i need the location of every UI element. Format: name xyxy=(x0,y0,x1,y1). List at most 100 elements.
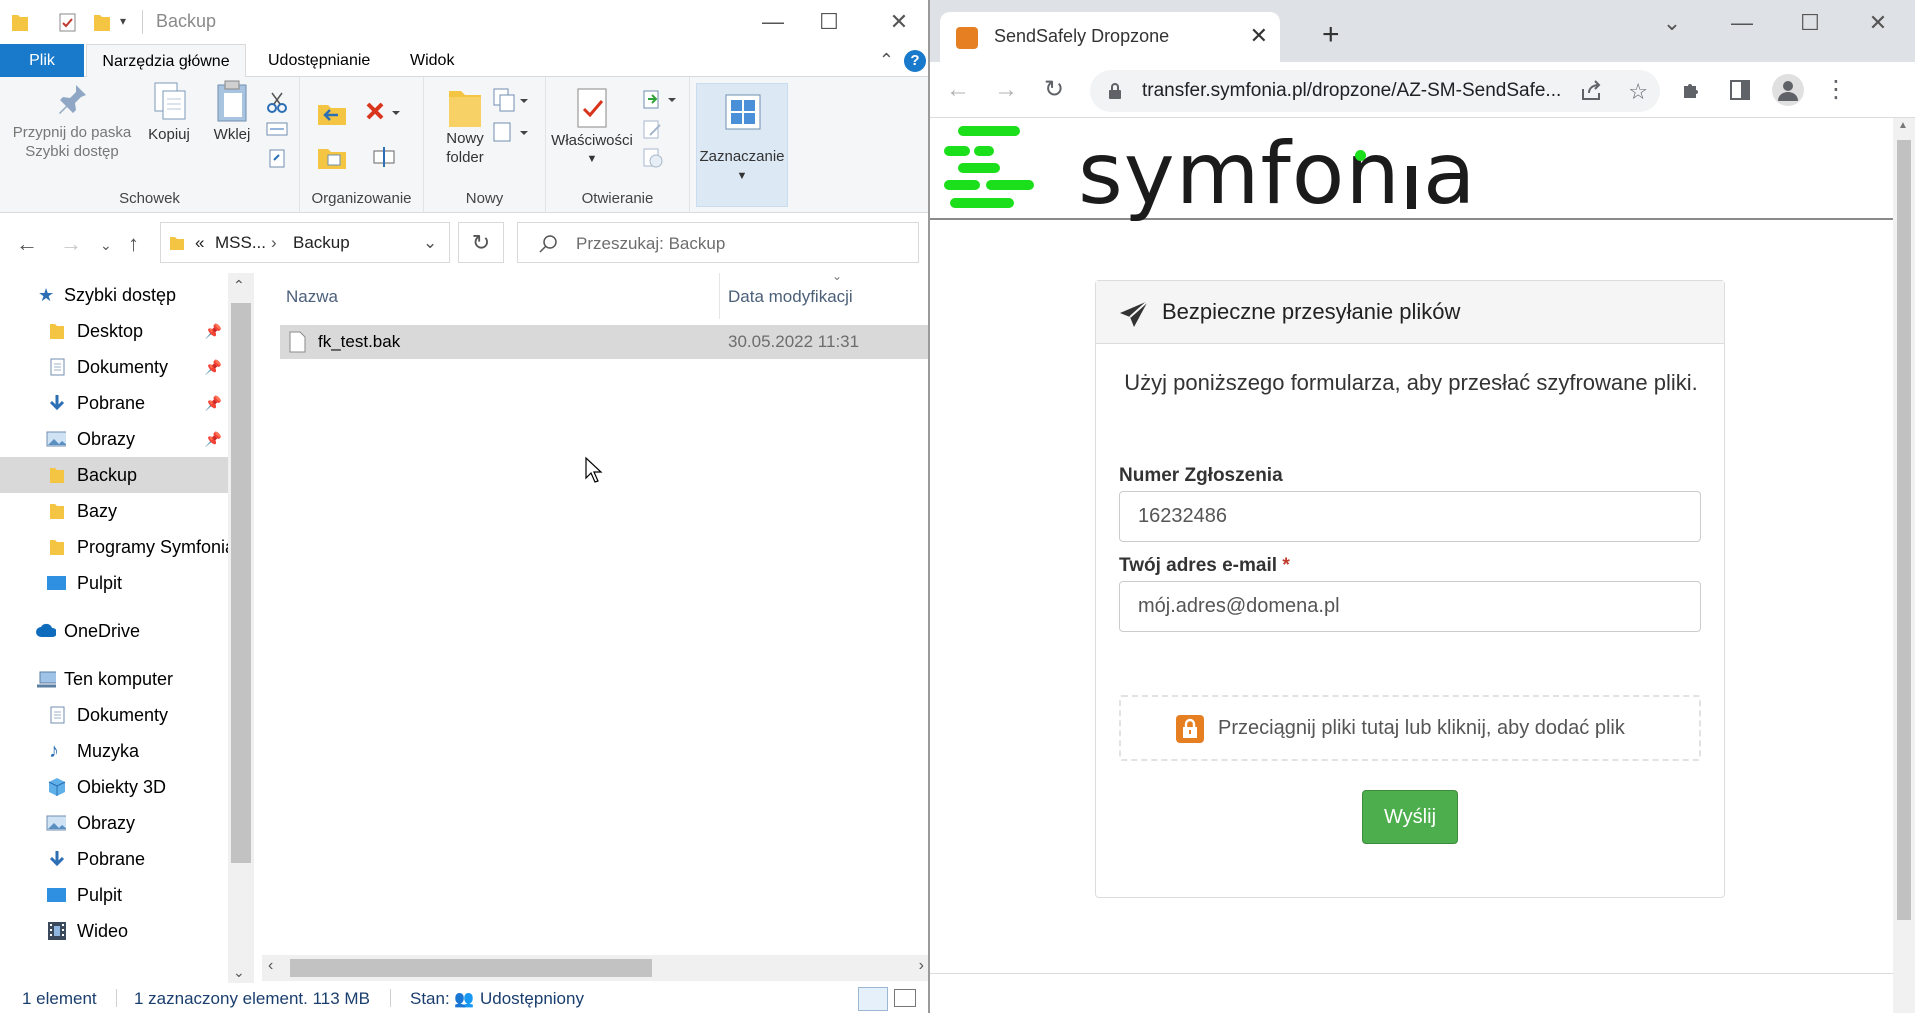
help-icon[interactable]: ? xyxy=(904,50,926,72)
new-folder-button[interactable]: Nowy folder xyxy=(430,85,500,167)
side-panel-icon[interactable] xyxy=(1724,74,1756,106)
collapse-ribbon-icon[interactable]: ⌃ xyxy=(879,50,894,71)
nav-video[interactable]: Wideo xyxy=(0,913,228,949)
delete-icon[interactable] xyxy=(364,101,400,125)
cut-icon[interactable] xyxy=(266,91,288,113)
nav-documents[interactable]: Dokumenty 📌 xyxy=(0,349,228,385)
page-scrollbar[interactable]: ▲ xyxy=(1893,118,1915,1013)
pin-quick-access-button[interactable]: Przypnij do paska Szybki dostęp xyxy=(6,79,138,161)
maximize-icon[interactable]: ☐ xyxy=(810,6,848,38)
recent-locations-icon[interactable]: ⌄ xyxy=(100,237,112,254)
pin-icon[interactable]: 📌 xyxy=(205,313,222,349)
ticket-number-input[interactable]: 16232486 xyxy=(1119,491,1701,542)
open-icon[interactable] xyxy=(642,89,682,111)
file-dropzone[interactable]: Przeciągnij pliki tutaj lub kliknij, aby… xyxy=(1119,695,1701,761)
breadcrumb-current[interactable]: Backup xyxy=(293,233,350,253)
nav-pc-pulpit[interactable]: Pulpit xyxy=(0,877,228,913)
nav-backup[interactable]: Backup xyxy=(0,457,228,493)
history-icon[interactable] xyxy=(642,147,664,169)
large-icons-view-icon[interactable] xyxy=(894,989,916,1007)
details-view-icon[interactable] xyxy=(858,987,888,1011)
nav-this-pc[interactable]: Ten komputer xyxy=(0,661,228,697)
nav-programy-symfonia[interactable]: Programy Symfonia xyxy=(0,529,228,565)
scroll-right-icon[interactable]: › xyxy=(919,957,924,975)
nav-3d-objects[interactable]: Obiekty 3D xyxy=(0,769,228,805)
breadcrumb-parent[interactable]: MSS... xyxy=(215,233,266,253)
new-tab-icon[interactable]: + xyxy=(1322,18,1340,52)
nav-pc-pictures[interactable]: Obrazy xyxy=(0,805,228,841)
nav-downloads[interactable]: Pobrane 📌 xyxy=(0,385,228,421)
column-header-name[interactable]: Nazwa xyxy=(286,287,338,307)
scroll-left-icon[interactable]: ‹ xyxy=(268,957,273,975)
nav-scrollbar[interactable]: ⌃ ⌄ xyxy=(228,273,254,983)
url-bar[interactable]: transfer.symfonia.pl/dropzone/AZ-SM-Send… xyxy=(1090,70,1660,112)
tab-home[interactable]: Narzędzia główne xyxy=(86,44,246,78)
tab-search-icon[interactable]: ⌄ xyxy=(1652,8,1692,38)
tab-share[interactable]: Udostępnianie xyxy=(256,44,382,77)
browser-tab[interactable]: SendSafely Dropzone ✕ xyxy=(940,12,1280,62)
page-scroll-up-icon[interactable]: ▲ xyxy=(1898,120,1908,131)
page-scroll-thumb[interactable] xyxy=(1897,140,1911,920)
nav-pc-downloads[interactable]: Pobrane xyxy=(0,841,228,877)
nav-bazy[interactable]: Bazy xyxy=(0,493,228,529)
email-input[interactable]: mój.adres@domena.pl xyxy=(1119,581,1701,632)
copy-button[interactable]: Kopiuj xyxy=(138,79,200,144)
column-header-modified[interactable]: Data modyfikacji xyxy=(728,287,853,307)
browser-maximize-icon[interactable]: ☐ xyxy=(1790,8,1830,38)
share-icon[interactable] xyxy=(1580,80,1604,102)
extensions-icon[interactable] xyxy=(1676,74,1708,106)
address-dropdown-icon[interactable]: ⌄ xyxy=(423,233,437,253)
bookmark-star-icon[interactable]: ☆ xyxy=(1628,79,1648,105)
browser-forward-icon[interactable]: → xyxy=(990,74,1022,106)
edit-icon[interactable] xyxy=(642,119,664,141)
pin-icon[interactable]: 📌 xyxy=(205,385,222,421)
file-hscrollbar[interactable]: ‹ › xyxy=(262,955,928,981)
customize-quick-access-icon[interactable]: ▾ xyxy=(120,14,126,36)
nav-pulpit[interactable]: Pulpit xyxy=(0,565,228,601)
search-input[interactable]: Przeszukaj: Backup xyxy=(517,222,919,263)
breadcrumb-overflow[interactable]: « xyxy=(195,233,204,253)
back-icon[interactable]: ← xyxy=(16,231,38,257)
nav-desktop[interactable]: Desktop 📌 xyxy=(0,313,228,349)
scroll-down-icon[interactable]: ⌄ xyxy=(233,964,245,981)
minimize-icon[interactable]: — xyxy=(754,6,792,38)
paste-button[interactable]: Wklej xyxy=(204,79,260,144)
pin-icon[interactable]: 📌 xyxy=(205,421,222,457)
properties-button[interactable]: Właściwości ▼ xyxy=(546,87,638,169)
select-button[interactable]: Zaznaczanie ▼ xyxy=(696,83,788,207)
address-bar[interactable]: « MSS... › Backup ⌄ xyxy=(160,222,450,263)
scroll-up-icon[interactable]: ⌃ xyxy=(233,277,245,294)
nav-quick-access[interactable]: ★ Szybki dostęp xyxy=(0,277,228,313)
submit-button[interactable]: Wyślij xyxy=(1362,790,1458,844)
nav-scroll-thumb[interactable] xyxy=(231,303,251,863)
close-icon[interactable]: ✕ xyxy=(880,6,918,38)
column-separator[interactable] xyxy=(719,273,720,319)
rename-icon[interactable] xyxy=(372,143,398,169)
file-hscroll-thumb[interactable] xyxy=(290,959,652,977)
nav-pictures[interactable]: Obrazy 📌 xyxy=(0,421,228,457)
paste-shortcut-icon[interactable] xyxy=(266,147,288,169)
new-folder-quick-icon[interactable] xyxy=(92,11,112,33)
file-row[interactable]: fk_test.bak 30.05.2022 11:31 xyxy=(280,325,928,359)
forward-icon[interactable]: → xyxy=(60,231,82,257)
nav-pc-documents[interactable]: Dokumenty xyxy=(0,697,228,733)
tab-close-icon[interactable]: ✕ xyxy=(1250,23,1268,49)
tab-view[interactable]: Widok xyxy=(398,44,466,77)
browser-back-icon[interactable]: ← xyxy=(942,74,974,106)
nav-onedrive[interactable]: OneDrive xyxy=(0,613,228,649)
nav-music[interactable]: ♪ Muzyka xyxy=(0,733,228,769)
tab-file[interactable]: Plik xyxy=(0,44,84,77)
properties-quick-icon[interactable] xyxy=(58,11,78,33)
properties-dropdown-icon[interactable]: ▼ xyxy=(546,150,638,169)
up-icon[interactable]: ↑ xyxy=(128,231,139,257)
move-to-icon[interactable] xyxy=(316,99,352,127)
symfonia-logo-icon[interactable] xyxy=(944,126,1034,210)
new-item-icon[interactable] xyxy=(492,87,532,113)
reload-icon[interactable]: ↻ xyxy=(1038,74,1070,106)
browser-minimize-icon[interactable]: — xyxy=(1722,8,1762,38)
browser-menu-icon[interactable]: ⋮ xyxy=(1820,74,1852,106)
easy-access-icon[interactable] xyxy=(492,119,532,145)
copy-path-icon[interactable] xyxy=(266,121,288,137)
copy-to-icon[interactable] xyxy=(316,143,352,171)
refresh-icon[interactable]: ↻ xyxy=(458,222,504,263)
